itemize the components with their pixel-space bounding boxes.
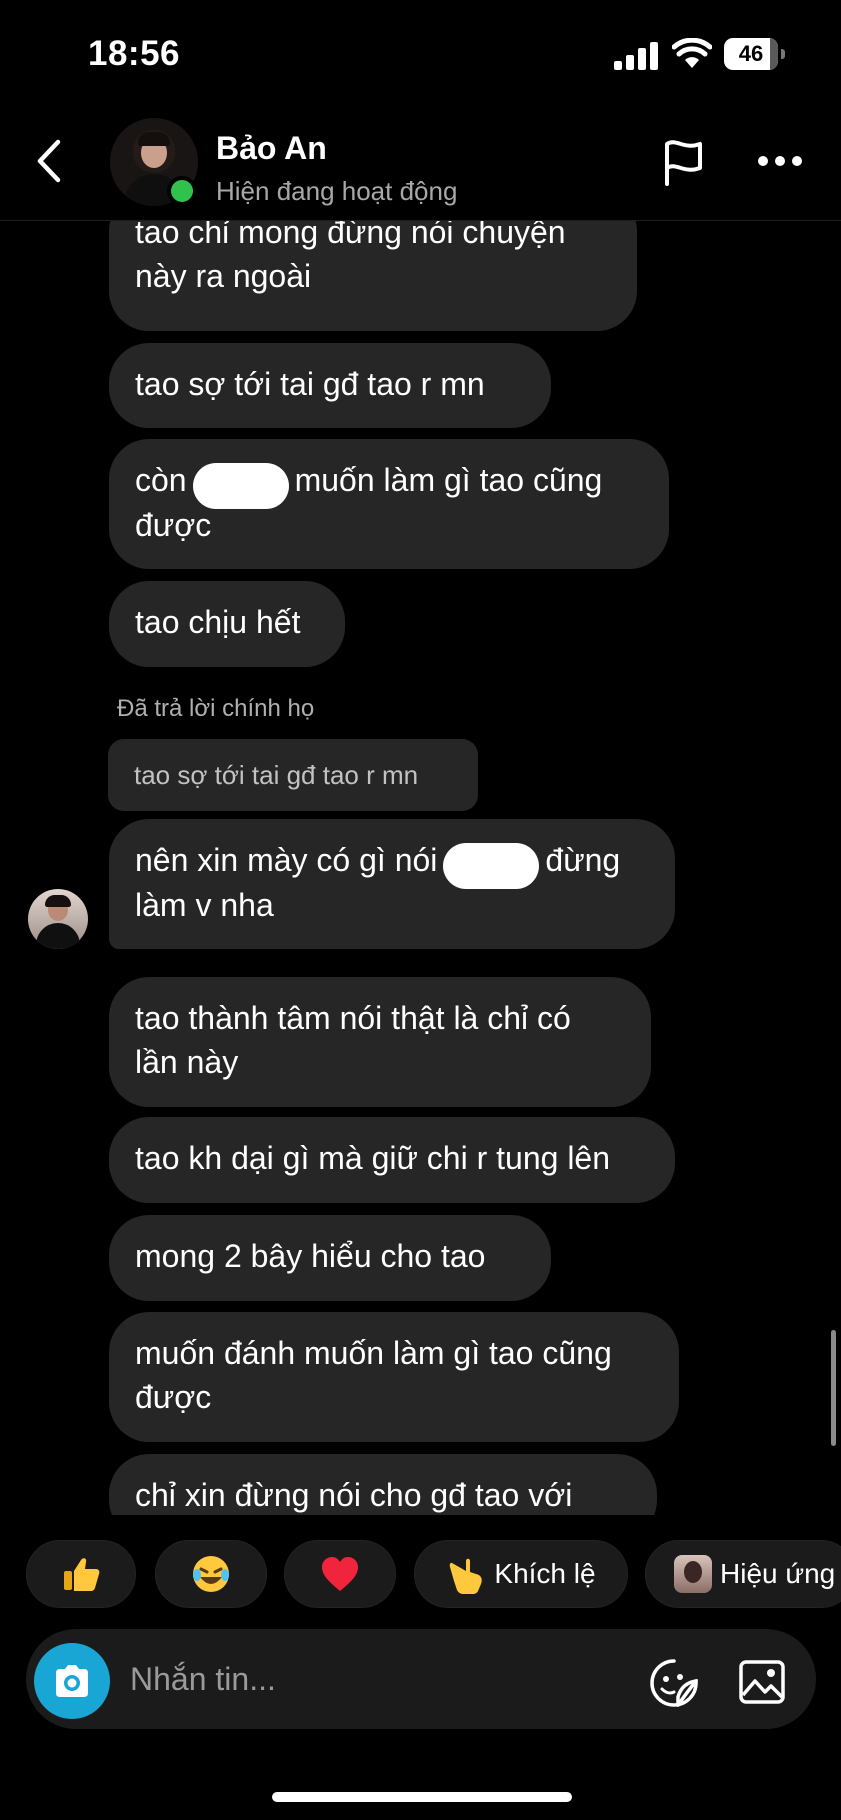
message-text: đừng <box>545 842 621 878</box>
reply-label: Đã trả lời chính họ <box>117 695 315 722</box>
contact-name[interactable]: Bảo An <box>216 130 327 167</box>
laughing-emoji-icon <box>193 1556 229 1592</box>
message-text: mong 2 bây hiểu cho tao <box>135 1238 486 1274</box>
message-text: làm v nha <box>135 886 274 923</box>
message-bubble[interactable]: tao chỉ mong đừng nói chuyện này ra ngoà… <box>109 221 637 331</box>
message-text: nên xin mày có gì nói <box>135 842 438 878</box>
message-bubble[interactable]: nên xin mày có gì nói đừng làm v nha <box>109 819 675 949</box>
message-list[interactable]: tao chỉ mong đừng nói chuyện này ra ngoà… <box>0 221 841 1515</box>
message-bubble[interactable]: còn muốn làm gì tao cũng được <box>109 439 669 569</box>
reaction-thumbs-up-button[interactable] <box>26 1540 136 1608</box>
reaction-laugh-button[interactable] <box>155 1540 267 1608</box>
home-indicator[interactable] <box>272 1792 572 1802</box>
message-text: này ra ngoài <box>135 258 312 294</box>
message-bubble[interactable]: mong 2 bây hiểu cho tao <box>109 1215 551 1301</box>
chat-header: Bảo An Hiện đang hoạt động <box>0 110 841 221</box>
back-chevron-icon[interactable] <box>34 138 64 184</box>
message-text: muốn làm gì tao cũng <box>294 462 603 498</box>
message-composer <box>26 1629 816 1729</box>
message-text: được <box>135 506 212 543</box>
camera-button[interactable] <box>34 1643 110 1719</box>
message-text: tao thành tâm nói thật là chỉ có <box>135 1000 571 1036</box>
flag-icon[interactable] <box>662 138 706 186</box>
thumbs-up-icon <box>64 1558 100 1591</box>
message-text: lần này <box>135 1044 239 1080</box>
message-bubble[interactable]: tao chịu hết <box>109 581 345 667</box>
message-bubble[interactable]: tao sợ tới tai gđ tao r mn <box>109 343 551 428</box>
effect-thumbnail <box>674 1555 712 1593</box>
redacted-name <box>192 462 289 509</box>
reaction-encourage-button[interactable]: Khích lệ <box>414 1540 628 1608</box>
quick-reactions-bar: Khích lệ Hiệu ứng <box>0 1540 841 1610</box>
sticker-icon[interactable] <box>648 1657 700 1709</box>
cellular-signal-icon <box>614 42 658 70</box>
contact-active-status: Hiện đang hoạt động <box>216 176 458 206</box>
effects-label: Hiệu ứng <box>720 1558 836 1589</box>
battery-icon: 46 <box>724 38 785 70</box>
pointing-hand-icon <box>450 1558 483 1594</box>
message-input[interactable] <box>130 1649 550 1709</box>
redacted-name <box>443 842 540 889</box>
message-text: tao sợ tới tai gđ tao r mn <box>135 366 485 402</box>
wifi-icon <box>672 38 712 68</box>
message-text: tao chịu hết <box>135 604 301 640</box>
battery-level: 46 <box>738 41 764 66</box>
scrollbar[interactable] <box>831 1330 836 1446</box>
camera-icon <box>56 1665 88 1697</box>
message-text: chỉ xin đừng nói cho gđ tao với <box>135 1477 573 1513</box>
message-text: tao chỉ mong đừng nói chuyện <box>135 221 566 250</box>
sender-avatar[interactable] <box>28 889 88 949</box>
reaction-label: Khích lệ <box>494 1558 596 1589</box>
message-bubble[interactable]: muốn đánh muốn làm gì tao cũng được <box>109 1312 679 1442</box>
status-bar: 18:56 46 <box>0 0 841 110</box>
reaction-heart-button[interactable] <box>284 1540 396 1608</box>
message-bubble[interactable]: tao thành tâm nói thật là chỉ có lần này <box>109 977 651 1107</box>
message-text: còn <box>135 462 187 498</box>
red-heart-icon <box>322 1557 358 1591</box>
message-text: muốn đánh muốn làm gì tao cũng <box>135 1335 612 1371</box>
effects-button[interactable]: Hiệu ứng <box>645 1540 841 1608</box>
message-text: tao kh dại gì mà giữ chi r tung lên <box>135 1140 611 1176</box>
gallery-icon[interactable] <box>738 1659 786 1705</box>
online-status-dot <box>167 176 197 206</box>
message-bubble[interactable]: chỉ xin đừng nói cho gđ tao với <box>109 1454 657 1515</box>
more-options-icon[interactable] <box>756 154 804 168</box>
status-time: 18:56 <box>88 34 181 73</box>
reply-quote[interactable]: tao sợ tới tai gđ tao r mn <box>108 739 478 811</box>
message-bubble[interactable]: tao kh dại gì mà giữ chi r tung lên <box>109 1117 675 1203</box>
message-text: được <box>135 1379 212 1415</box>
